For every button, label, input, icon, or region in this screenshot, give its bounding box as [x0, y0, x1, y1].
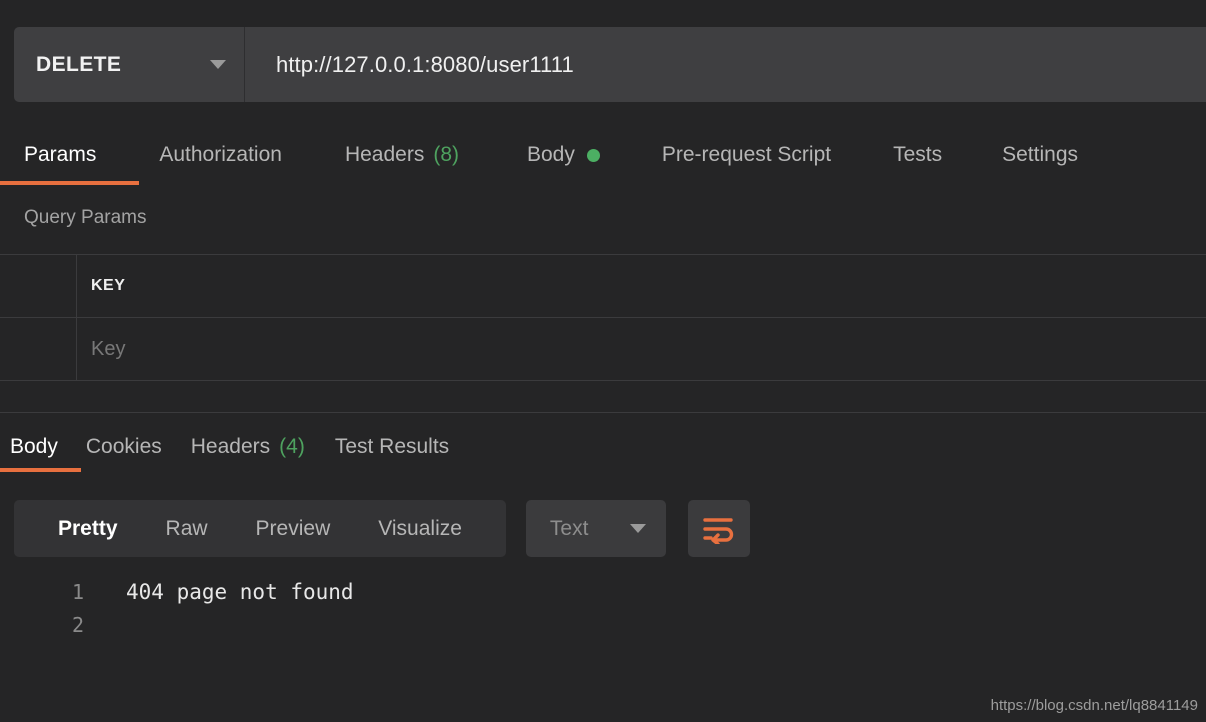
viewer-mode-pretty[interactable]: Pretty: [34, 517, 142, 541]
body-present-indicator-icon: [586, 148, 600, 162]
header-checkbox-cell: [0, 255, 77, 317]
tab-headers-label: Headers: [344, 143, 425, 166]
tab-settings-label: Settings: [1002, 143, 1079, 166]
tab-headers[interactable]: Headers (8): [345, 130, 459, 180]
active-response-tab-indicator: [0, 468, 81, 472]
active-request-tab-indicator: [0, 181, 139, 185]
line-number: 2: [71, 612, 84, 637]
code-line: 1 404 page not found: [0, 575, 1206, 608]
http-method-selector[interactable]: DELETE: [14, 27, 245, 102]
word-wrap-icon: [703, 517, 734, 544]
row-key-input[interactable]: Key: [77, 318, 1206, 380]
response-tab-body[interactable]: Body: [10, 425, 58, 469]
tab-tests-label: Tests: [893, 143, 943, 166]
pane-divider[interactable]: [0, 412, 1206, 413]
tab-params-label: Params: [24, 143, 97, 166]
response-tab-cookies-label: Cookies: [85, 435, 162, 458]
viewer-mode-group: Pretty Raw Preview Visualize: [14, 500, 506, 557]
response-tab-headers[interactable]: Headers (4): [191, 425, 305, 469]
response-body-viewer[interactable]: 1 404 page not found 2: [0, 575, 1206, 695]
chevron-down-icon: [629, 524, 646, 533]
url-text: http://127.0.0.1:8080/user1111: [276, 51, 574, 77]
response-format-dropdown[interactable]: Text: [525, 500, 666, 557]
row-checkbox-cell[interactable]: [0, 318, 77, 380]
response-tab-test-results[interactable]: Test Results: [335, 425, 449, 469]
row-key-placeholder: Key: [91, 337, 126, 360]
viewer-mode-preview[interactable]: Preview: [232, 517, 355, 541]
url-bar-container: DELETE http://127.0.0.1:8080/user1111: [14, 27, 1206, 102]
query-params-table: KEY Key: [0, 254, 1206, 381]
word-wrap-toggle-button[interactable]: [687, 500, 750, 557]
response-tab-cookies[interactable]: Cookies: [86, 425, 162, 469]
chevron-down-icon: [210, 60, 226, 69]
query-params-title: Query Params: [24, 207, 147, 228]
request-url-bar: DELETE http://127.0.0.1:8080/user1111: [14, 27, 1206, 102]
tab-params[interactable]: Params: [24, 130, 96, 180]
response-tab-body-label: Body: [10, 435, 58, 458]
tab-body-label: Body: [527, 143, 575, 166]
viewer-mode-visualize[interactable]: Visualize: [354, 517, 486, 541]
viewer-mode-raw[interactable]: Raw: [142, 517, 232, 541]
tab-authorization[interactable]: Authorization: [159, 130, 282, 180]
column-header-key: KEY: [91, 277, 126, 294]
tab-pre-request-script-label: Pre-request Script: [661, 143, 832, 166]
line-number: 1: [71, 579, 84, 604]
http-method-label: DELETE: [36, 52, 122, 76]
response-tab-headers-count: (4): [279, 435, 305, 458]
code-line: 2: [0, 608, 1206, 641]
tab-tests[interactable]: Tests: [893, 130, 942, 180]
url-input[interactable]: http://127.0.0.1:8080/user1111: [245, 27, 1206, 102]
tab-pre-request-script[interactable]: Pre-request Script: [662, 130, 831, 180]
response-format-value: Text: [549, 516, 589, 540]
table-row[interactable]: Key: [0, 318, 1206, 381]
tab-authorization-label: Authorization: [159, 143, 282, 166]
request-tab-bar: Params Authorization Headers (8) Body Pr…: [0, 130, 1206, 180]
response-tab-bar: Body Cookies Headers (4) Test Results: [0, 425, 1206, 469]
response-tab-test-results-label: Test Results: [334, 435, 450, 458]
tab-settings[interactable]: Settings: [1002, 130, 1078, 180]
tab-body[interactable]: Body: [527, 130, 600, 180]
response-viewer-toolbar: Pretty Raw Preview Visualize Text: [14, 500, 750, 557]
response-tab-headers-label: Headers: [190, 435, 271, 458]
table-header-row: KEY: [0, 255, 1206, 318]
header-key-cell: KEY: [77, 255, 1206, 317]
watermark-text: https://blog.csdn.net/lq8841149: [990, 697, 1198, 714]
tab-headers-count: (8): [433, 143, 459, 166]
line-content: 404 page not found: [126, 579, 354, 604]
